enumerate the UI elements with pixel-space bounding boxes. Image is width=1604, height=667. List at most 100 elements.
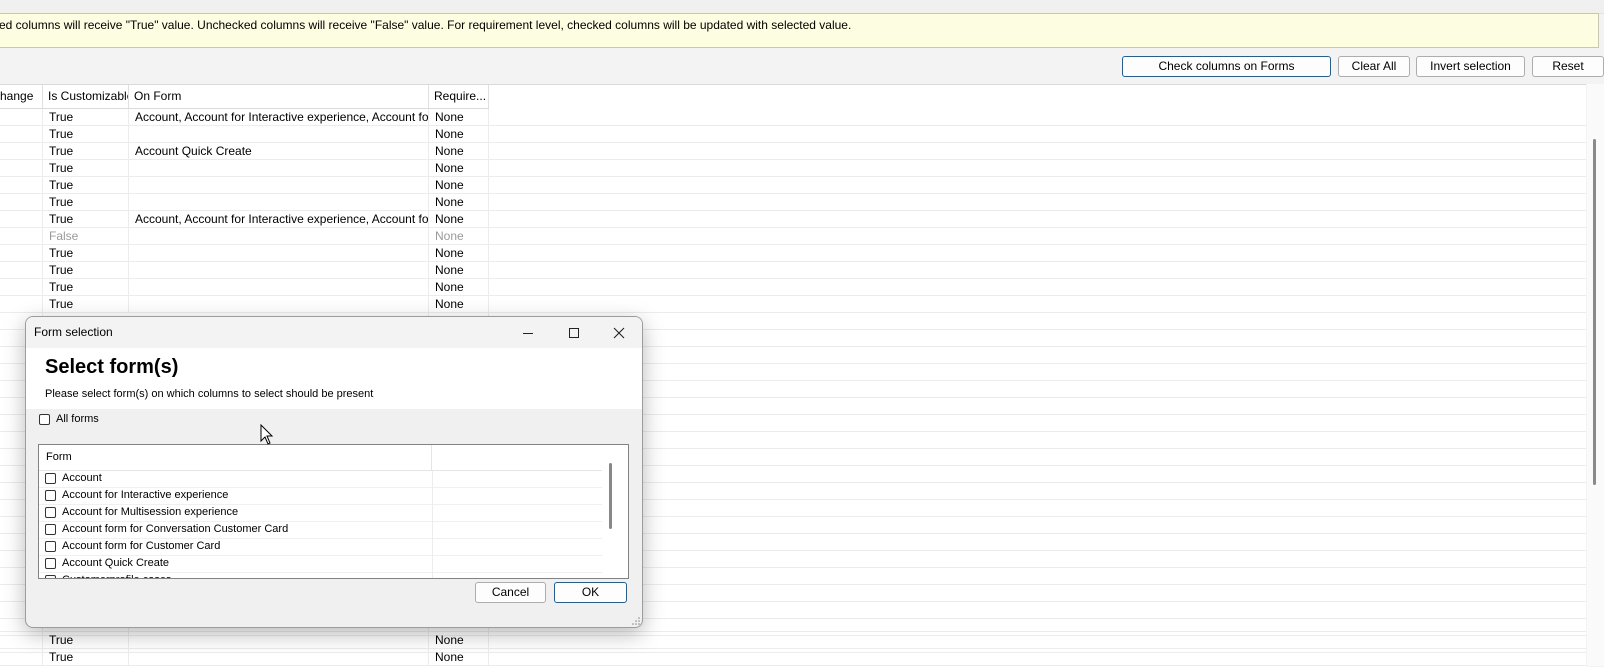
column-divider [432,471,433,488]
cell-change [0,177,43,193]
table-row[interactable]: True None [0,632,1586,649]
cell-change [0,296,43,312]
form-name: Account [62,472,102,484]
close-button[interactable] [596,317,642,348]
table-row[interactable]: False None [0,228,1586,245]
cell-is-customizable: True [43,211,129,227]
table-row[interactable]: True None [0,194,1586,211]
cell-on-form [129,632,429,648]
cell-requirement: None [429,632,489,648]
table-row[interactable]: True Account, Account for Interactive exp… [0,211,1586,228]
form-list-item[interactable]: Account Quick Create [39,556,602,573]
minimize-icon [523,332,533,334]
dialog-titlebar: Form selection [26,317,642,348]
grid-vertical-scrollbar[interactable] [1587,84,1604,666]
cell-change [0,211,43,227]
cell-is-customizable: True [43,143,129,159]
form-checkbox[interactable] [45,490,56,501]
dialog-title: Form selection [34,325,113,339]
dialog-heading: Select form(s) [45,356,179,378]
table-row[interactable]: True None [0,245,1586,262]
cell-on-form [129,126,429,142]
cell-on-form [129,245,429,261]
cell-is-customizable: True [43,109,129,125]
cell-change [0,649,43,665]
cell-is-customizable: False [43,228,129,244]
form-list-item[interactable]: Account [39,471,602,488]
table-row[interactable]: True None [0,649,1586,666]
form-list-item[interactable]: Account for Multisession experience [39,505,602,522]
cell-on-form [129,160,429,176]
reset-button[interactable]: Reset [1532,56,1604,77]
close-icon [613,327,625,338]
form-checkbox[interactable] [45,575,56,578]
cell-is-customizable: True [43,126,129,142]
column-divider [432,488,433,505]
form-list-item[interactable]: Customerprofile cases [39,573,602,578]
cell-requirement: None [429,211,489,227]
form-name: Account Quick Create [62,557,169,569]
invert-selection-button[interactable]: Invert selection [1416,56,1525,77]
scrollbar-thumb[interactable] [1593,139,1596,485]
table-row[interactable]: True None [0,279,1586,296]
form-name: Customerprofile cases [62,574,171,578]
form-column-header[interactable]: Form [39,445,432,470]
check-columns-on-forms-button[interactable]: Check columns on Forms [1122,56,1331,77]
form-checkbox[interactable] [45,507,56,518]
cell-requirement: None [429,126,489,142]
form-list-item[interactable]: Account form for Customer Card [39,539,602,556]
forms-list-scrollbar-thumb[interactable] [609,463,612,529]
cancel-button[interactable]: Cancel [475,582,546,603]
table-row[interactable]: True None [0,160,1586,177]
maximize-button[interactable] [551,317,597,348]
form-name: Account for Interactive experience [62,489,229,501]
cell-change [0,228,43,244]
form-checkbox[interactable] [45,473,56,484]
cell-requirement: None [429,109,489,125]
cell-on-form [129,262,429,278]
info-banner-text: ed columns will receive "True" value. Un… [0,18,852,32]
table-row[interactable]: True None [0,177,1586,194]
table-row[interactable]: True Account, Account for Interactive exp… [0,109,1586,126]
clear-all-button[interactable]: Clear All [1338,56,1410,77]
column-divider [432,505,433,522]
cell-requirement: None [429,649,489,665]
table-row[interactable]: True None [0,262,1586,279]
table-row[interactable]: True None [0,296,1586,313]
grid-header: hange Is Customizable On Form Require... [0,85,489,109]
column-header-requirement[interactable]: Require... [429,85,489,108]
form-list-item[interactable]: Account for Interactive experience [39,488,602,505]
cell-is-customizable: True [43,160,129,176]
all-forms-label: All forms [56,413,99,425]
resize-grip-icon[interactable] [632,617,640,625]
table-row[interactable]: True None [0,126,1586,143]
cell-is-customizable: True [43,279,129,295]
minimize-button[interactable] [505,317,551,348]
cell-is-customizable: True [43,194,129,210]
form-checkbox[interactable] [45,558,56,569]
forms-list-scrollbar[interactable] [602,445,628,578]
ok-button[interactable]: OK [554,582,627,603]
column-header-on-form[interactable]: On Form [129,85,429,108]
cell-change [0,245,43,261]
cell-is-customizable: True [43,649,129,665]
cell-requirement: None [429,143,489,159]
form-list-item[interactable]: Account form for Conversation Customer C… [39,522,602,539]
column-divider [432,539,433,556]
cell-on-form: Account, Account for Interactive experie… [129,109,429,125]
form-checkbox[interactable] [45,524,56,535]
form-name: Account for Multisession experience [62,506,239,518]
form-selection-dialog: Form selection Select form(s) Please sel… [25,316,643,628]
table-row[interactable]: True Account Quick Create None [0,143,1586,160]
cell-on-form [129,649,429,665]
column-divider [432,556,433,573]
column-header-is-customizable[interactable]: Is Customizable [43,85,129,108]
info-banner: ed columns will receive "True" value. Un… [0,13,1599,48]
cell-on-form [129,177,429,193]
cell-on-form [129,279,429,295]
all-forms-checkbox-box[interactable] [39,414,50,425]
form-checkbox[interactable] [45,541,56,552]
column-divider [432,573,433,578]
column-header-change[interactable]: hange [0,85,43,108]
cell-requirement: None [429,160,489,176]
